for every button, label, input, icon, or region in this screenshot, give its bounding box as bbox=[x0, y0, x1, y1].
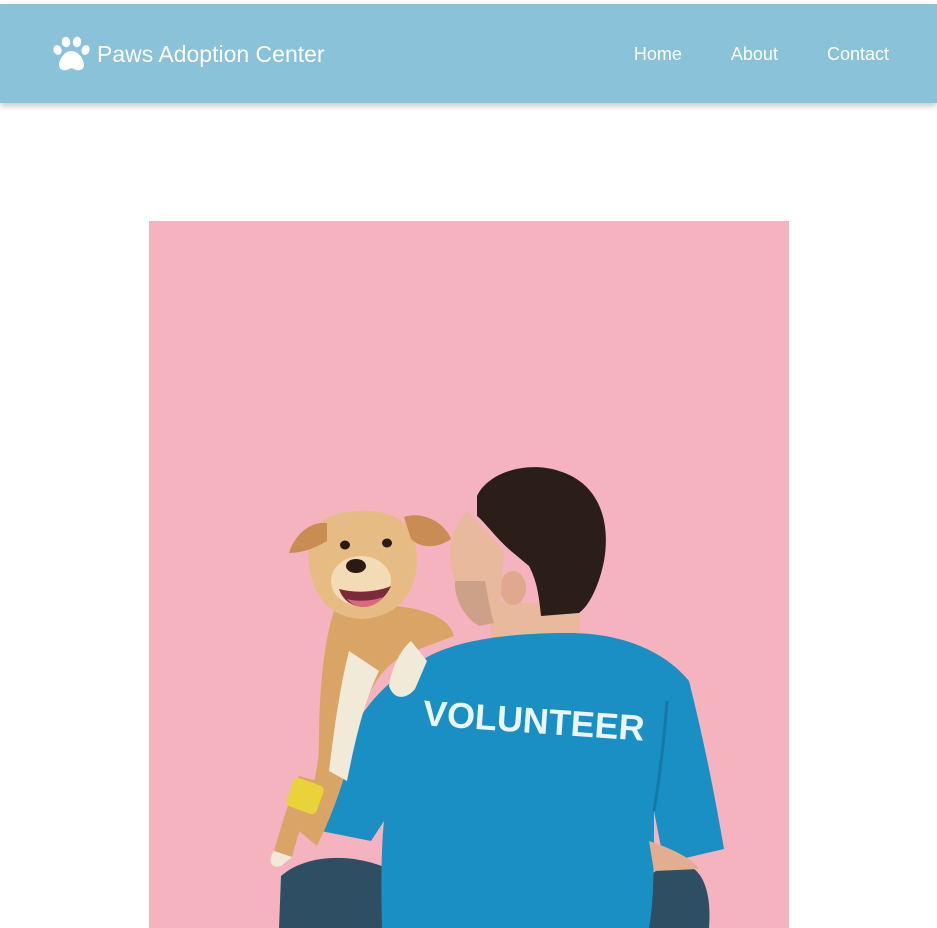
nav-about-link[interactable]: About bbox=[731, 44, 778, 64]
main-nav: Home About Contact bbox=[585, 44, 889, 64]
hero-image: VOLUNTEER bbox=[149, 221, 789, 928]
paw-icon bbox=[53, 36, 90, 71]
brand-name: Paws Adoption Center bbox=[97, 41, 325, 67]
volunteer-with-dog-illustration: VOLUNTEER bbox=[149, 221, 789, 928]
nav-contact-link[interactable]: Contact bbox=[827, 44, 889, 64]
site-header: Paws Adoption Center Home About Contact bbox=[0, 4, 937, 103]
brand-logo-link[interactable]: Paws Adoption Center bbox=[52, 36, 325, 72]
nav-home-link[interactable]: Home bbox=[634, 44, 682, 64]
